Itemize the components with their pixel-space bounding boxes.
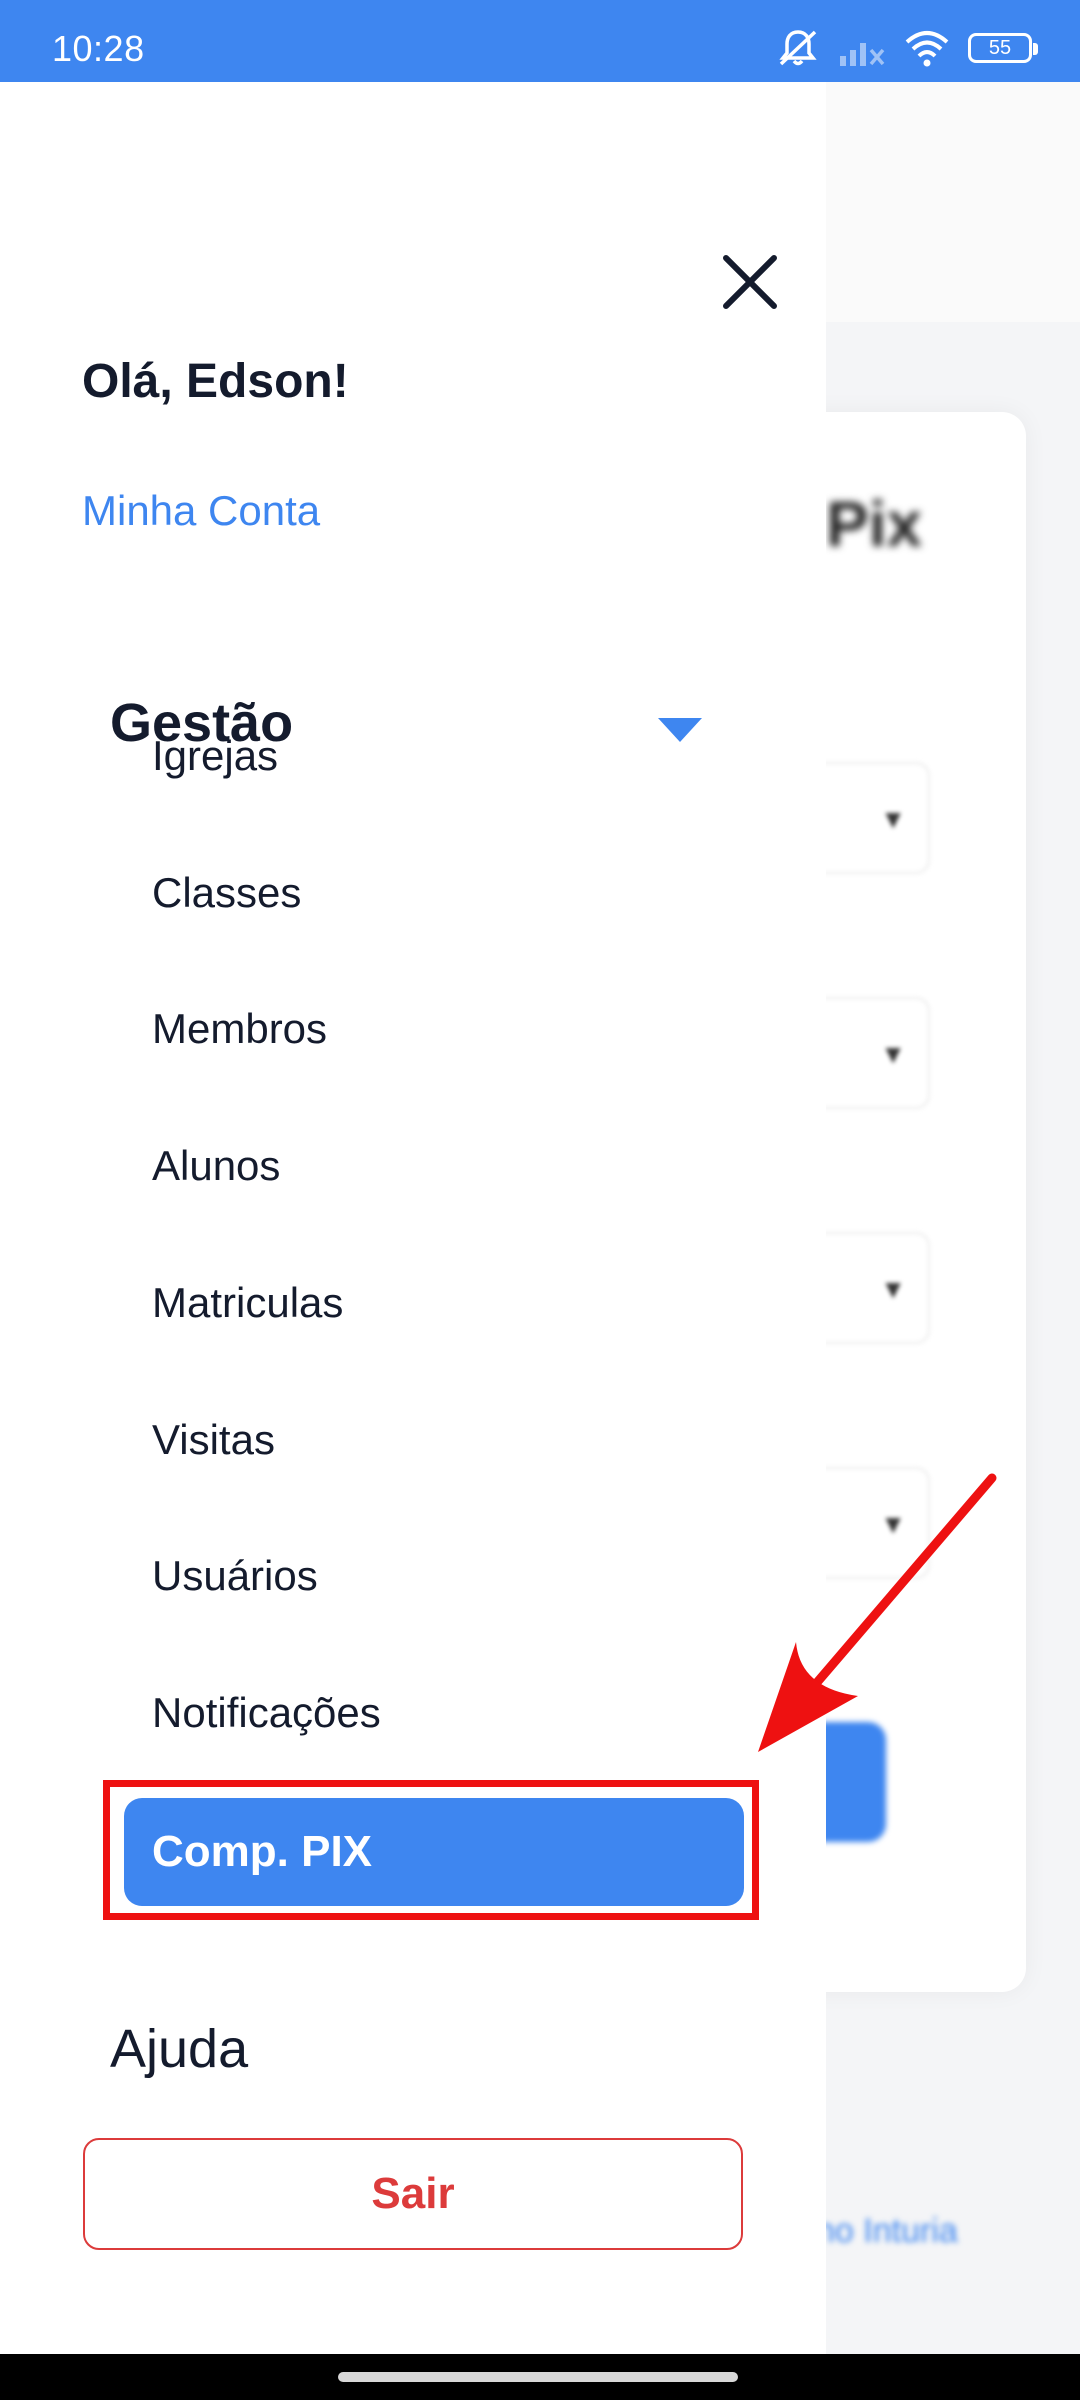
menu-item-membros[interactable]: Membros: [152, 1005, 327, 1053]
my-account-link[interactable]: Minha Conta: [82, 487, 320, 535]
caret-down-icon[interactable]: [658, 718, 702, 742]
signal-icon: [840, 43, 885, 66]
menu-item-classes[interactable]: Classes: [152, 869, 301, 917]
battery-icon: 55: [968, 33, 1038, 63]
menu-item-comp-pix[interactable]: Comp. PIX: [124, 1798, 744, 1906]
menu-item-alunos[interactable]: Alunos: [152, 1142, 280, 1190]
dropdown-arrow-icon: ▼: [880, 804, 906, 834]
background-link: no Inturia: [826, 2212, 958, 2250]
menu-item-usuarios[interactable]: Usuários: [152, 1552, 318, 1600]
dropdown-arrow-icon: ▼: [880, 1274, 906, 1304]
menu-item-igrejas[interactable]: Igrejas: [152, 732, 278, 780]
background-header: [826, 82, 1080, 322]
menu-item-matriculas[interactable]: Matriculas: [152, 1279, 343, 1327]
background-select: ▼: [826, 997, 930, 1109]
dropdown-arrow-icon: ▼: [880, 1039, 906, 1069]
background-page: Pix ▼ ▼ ▼ ▼ no Inturia: [826, 82, 1080, 2354]
background-select: ▼: [826, 762, 930, 874]
close-icon[interactable]: [720, 252, 780, 312]
background-select: ▼: [826, 1232, 930, 1344]
system-nav-bar: [0, 2354, 1080, 2400]
wifi-icon: [905, 31, 949, 67]
status-icons: 55: [776, 26, 1038, 70]
status-bar: 10:28 55: [0, 0, 1080, 82]
menu-item-ajuda[interactable]: Ajuda: [110, 2018, 248, 2080]
mute-icon: [779, 30, 817, 66]
menu-item-notificacoes[interactable]: Notificações: [152, 1689, 381, 1737]
home-handle[interactable]: [338, 2372, 738, 2382]
navigation-drawer: Olá, Edson! Minha Conta Gestão Igrejas C…: [0, 82, 826, 2354]
annotation-arrow-icon: [758, 1473, 997, 1752]
logout-button[interactable]: Sair: [83, 2138, 743, 2250]
greeting: Olá, Edson!: [82, 355, 349, 408]
menu-item-visitas[interactable]: Visitas: [152, 1416, 275, 1464]
status-time: 10:28: [52, 28, 145, 69]
background-title: Pix: [826, 488, 923, 560]
